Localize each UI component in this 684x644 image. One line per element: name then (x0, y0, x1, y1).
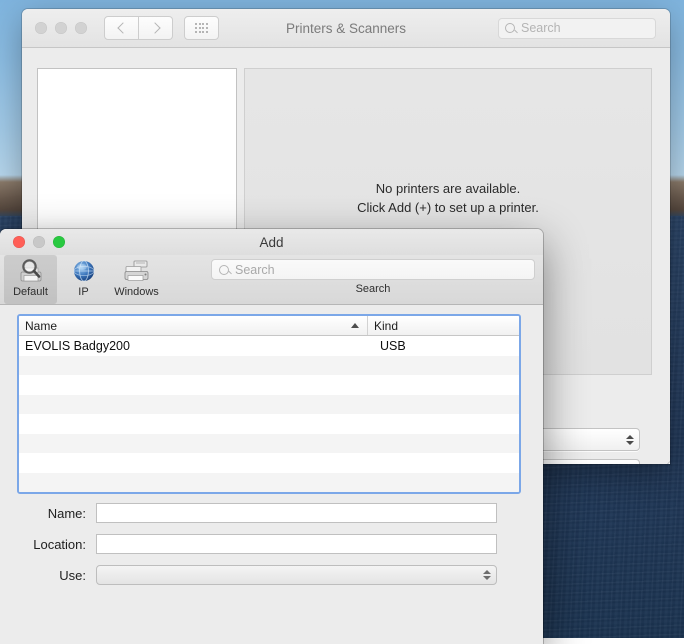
table-row[interactable]: EVOLIS Badgy200 USB (19, 336, 519, 356)
toolbar-item-ip-label: IP (78, 286, 89, 298)
chevron-left-icon (116, 22, 129, 34)
form-row-location: Location: (17, 534, 521, 554)
sort-ascending-icon (351, 323, 359, 328)
table-header-row: Name Kind (19, 316, 519, 336)
add-dialog-body: Name Kind EVOLIS Badgy200 USB Name: Loca… (0, 305, 543, 644)
form-row-name: Name: (17, 503, 521, 523)
minimize-button[interactable] (55, 22, 67, 34)
table-row-empty (19, 414, 519, 434)
name-field[interactable] (96, 503, 497, 523)
printer-details-form: Name: Location: Use: (17, 503, 521, 635)
location-field[interactable] (96, 534, 497, 554)
zoom-button[interactable] (75, 22, 87, 34)
forward-button[interactable] (139, 16, 173, 40)
add-dialog-search-placeholder: Search (235, 262, 275, 277)
add-dialog-search-toolbar-label: Search (355, 283, 391, 295)
add-dialog-search-field[interactable]: Search (211, 259, 535, 280)
location-field-label: Location: (33, 536, 86, 552)
toolbar-item-default[interactable]: Default (4, 255, 57, 304)
search-icon (219, 264, 229, 275)
toolbar-item-windows-label: Windows (114, 286, 159, 298)
table-cell-name: EVOLIS Badgy200 (25, 338, 130, 353)
add-dialog-title: Add (259, 234, 284, 250)
table-row-empty (19, 492, 519, 494)
windows-printer-icon (121, 257, 153, 285)
nav-button-group (104, 16, 173, 40)
table-row-empty (19, 375, 519, 395)
table-row-empty (19, 433, 519, 453)
add-dialog-toolbar: Default IP Windows Search Search (0, 255, 543, 305)
form-row-use: Use: (17, 565, 521, 585)
empty-state-line-2: Click Add (+) to set up a printer. (357, 200, 539, 215)
help-button[interactable]: ? (665, 459, 670, 464)
table-row-empty (19, 453, 519, 473)
search-field[interactable]: Search (498, 17, 656, 39)
toolbar-item-default-label: Default (13, 286, 48, 298)
empty-state-message: No printers are available. Click Add (+)… (245, 179, 651, 217)
back-button[interactable] (104, 16, 139, 40)
table-row-empty (19, 355, 519, 375)
add-dialog-titlebar: Add (0, 229, 543, 255)
printer-results-table[interactable]: Name Kind EVOLIS Badgy200 USB (17, 314, 521, 494)
table-cell-kind: USB (380, 338, 406, 353)
toolbar-item-ip[interactable]: IP (57, 255, 110, 298)
show-all-grid-icon (195, 23, 208, 33)
default-printer-search-icon (15, 257, 47, 285)
chevron-right-icon (148, 22, 161, 34)
close-button[interactable] (35, 22, 47, 34)
window-titlebar: Printers & Scanners Search (22, 9, 670, 48)
use-field-label: Use: (59, 567, 86, 583)
stepper-arrows-icon (483, 570, 491, 580)
column-header-kind-label: Kind (374, 318, 399, 333)
column-header-name-label: Name (25, 318, 58, 333)
empty-state-line-1: No printers are available. (375, 181, 521, 196)
show-all-button[interactable] (184, 16, 219, 40)
name-field-label: Name: (47, 505, 86, 521)
search-placeholder: Search (521, 21, 561, 35)
window-traffic-lights (35, 22, 87, 34)
toolbar-item-windows[interactable]: Windows (110, 255, 163, 298)
stepper-arrows-icon (626, 434, 634, 445)
table-row-empty (19, 394, 519, 414)
printers-list[interactable] (37, 68, 237, 238)
column-header-kind[interactable]: Kind (367, 316, 519, 335)
column-header-name[interactable]: Name (19, 316, 367, 335)
use-popup-button[interactable] (96, 565, 497, 585)
add-printer-dialog: Add Default IP Windows Search Search Nam… (0, 229, 543, 644)
table-row-empty (19, 472, 519, 492)
globe-icon (68, 257, 100, 285)
search-icon (505, 23, 515, 33)
